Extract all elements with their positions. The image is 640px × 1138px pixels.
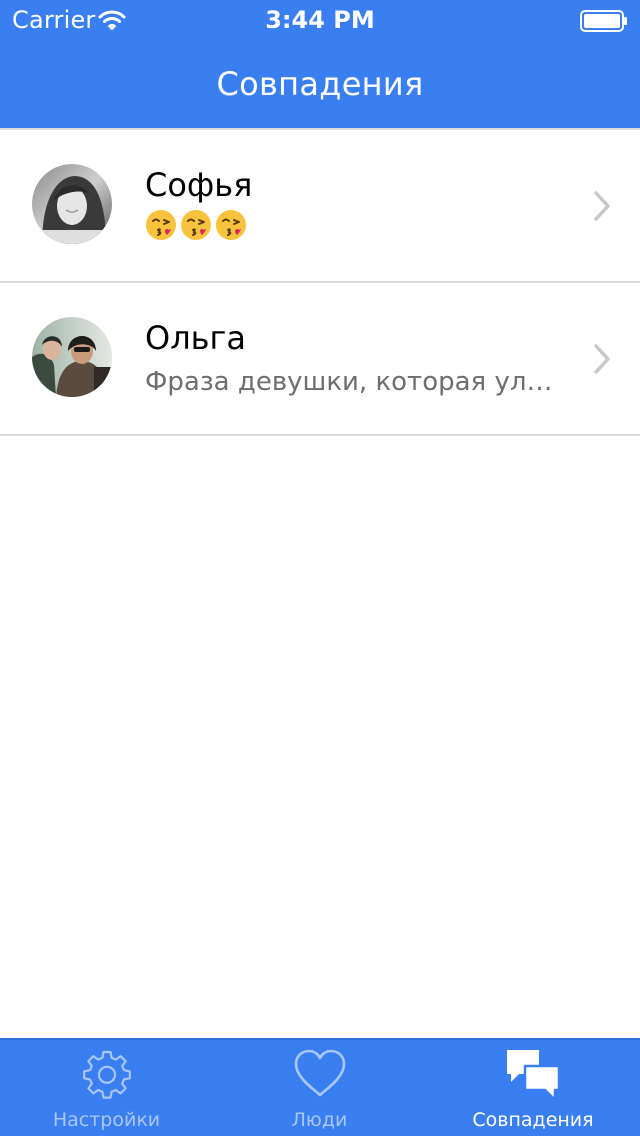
matches-list: Софья Ольга Фраза девушки, которая уло..… — [0, 128, 640, 436]
chat-bubbles-icon — [507, 1050, 561, 1102]
gear-icon — [82, 1050, 131, 1099]
match-message: Фраза девушки, которая уло... — [145, 367, 565, 397]
tab-bar: Настройки Люди Совпадения — [0, 1038, 640, 1136]
page-title: Совпадения — [216, 65, 424, 103]
avatar[interactable] — [32, 164, 112, 244]
profile-photo-olga — [32, 317, 112, 397]
tab-label: Настройки — [52, 1109, 161, 1131]
navigation-bar: Carrier 3:44 PM Совпадения — [0, 0, 640, 128]
status-bar: Carrier 3:44 PM — [0, 0, 640, 40]
match-name: Ольга — [145, 319, 246, 357]
match-row-sofya[interactable]: Софья — [0, 128, 640, 283]
match-row-olga[interactable]: Ольга Фраза девушки, которая уло... — [0, 283, 640, 436]
tab-label: Совпадения — [472, 1109, 594, 1131]
tab-settings[interactable]: Настройки — [0, 1040, 213, 1138]
chevron-right-icon — [594, 344, 610, 374]
avatar[interactable] — [32, 317, 112, 397]
face-throwing-kiss-icon — [146, 210, 246, 240]
tab-label: Люди — [291, 1109, 348, 1131]
chevron-right-icon — [594, 191, 610, 221]
profile-photo-sofya — [32, 164, 112, 244]
tab-matches[interactable]: Совпадения — [426, 1040, 640, 1138]
match-message-emoji — [145, 208, 249, 242]
match-name: Софья — [145, 166, 253, 204]
battery-icon — [580, 10, 627, 32]
heart-icon — [294, 1049, 345, 1097]
tab-people[interactable]: Люди — [213, 1040, 426, 1138]
status-time: 3:44 PM — [265, 6, 375, 34]
